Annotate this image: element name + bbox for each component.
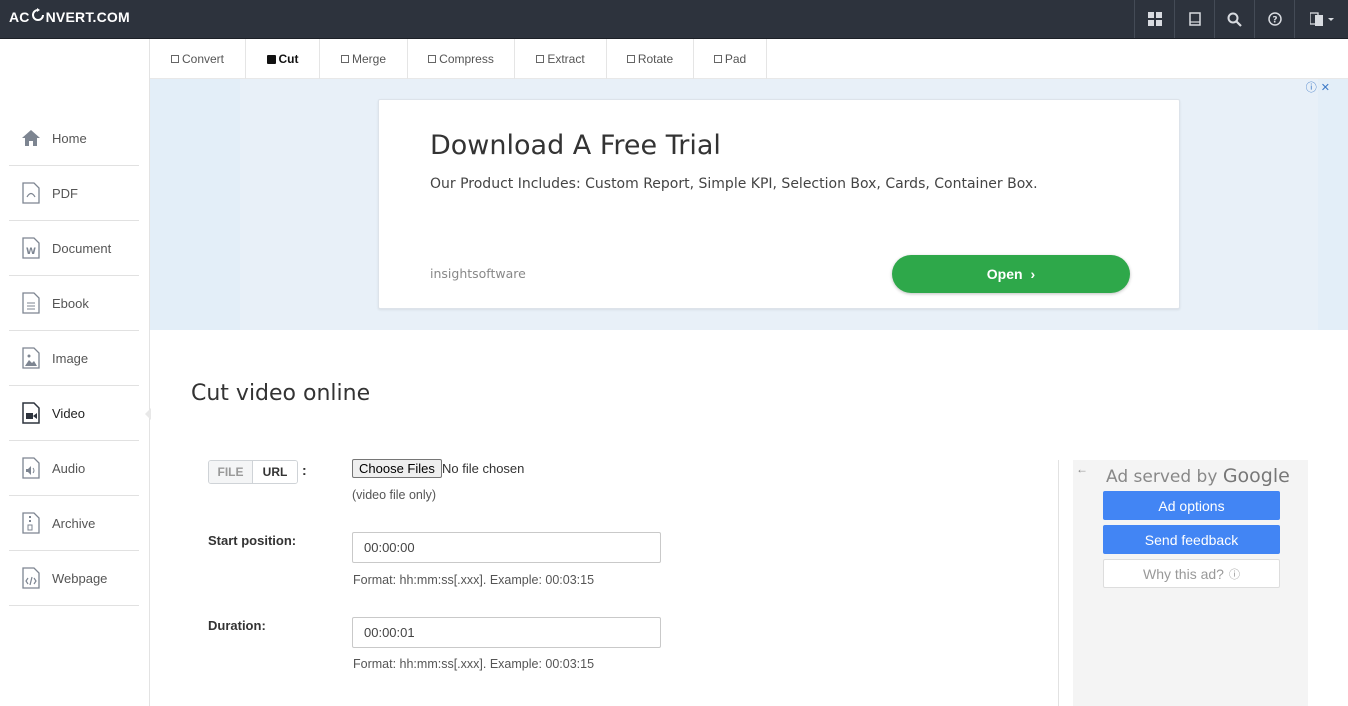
search-icon[interactable]: [1214, 0, 1254, 38]
tool-tabs: Convert Cut Merge Compress Extract Rotat…: [150, 39, 1348, 79]
sidebar-item-video[interactable]: Video: [9, 386, 151, 441]
source-colon: :: [302, 462, 307, 478]
tab-pad[interactable]: Pad: [694, 39, 767, 79]
sidebar-item-home[interactable]: Home: [9, 111, 139, 166]
ad-info-icon[interactable]: ⓘ: [1306, 79, 1317, 95]
ad-options-button[interactable]: Ad options: [1103, 491, 1280, 520]
ad-open-button[interactable]: Open ›: [892, 255, 1130, 293]
video-icon: [21, 402, 41, 424]
logo-suffix: NVERT.COM: [45, 8, 130, 25]
url-source-button[interactable]: URL: [253, 461, 297, 483]
info-icon: ⓘ: [1228, 568, 1240, 581]
ad-close-icon[interactable]: ✕: [1321, 81, 1330, 94]
grid-icon[interactable]: [1134, 0, 1174, 38]
tab-convert[interactable]: Convert: [150, 39, 246, 79]
divider: [1058, 460, 1059, 706]
duration-format-hint: Format: hh:mm:ss[.xxx]. Example: 00:03:1…: [353, 657, 595, 671]
svg-text:?: ?: [1272, 16, 1277, 26]
sidebar-item-document[interactable]: W Document: [9, 221, 139, 276]
checkbox-icon: [340, 55, 349, 63]
choose-files-button[interactable]: Choose Files: [352, 459, 442, 478]
checkbox-icon: [170, 55, 179, 63]
help-icon[interactable]: ?: [1254, 0, 1294, 38]
duration-input[interactable]: 00:00:01: [352, 617, 661, 648]
sidebar-item-image[interactable]: Image: [9, 331, 139, 386]
sidebar-item-audio[interactable]: Audio: [9, 441, 139, 496]
checkbox-filled-icon: [266, 54, 276, 64]
google-logo: Google: [1222, 465, 1290, 487]
archive-icon: [21, 512, 41, 534]
start-position-label: Start position:: [208, 533, 297, 548]
banner-ad: ⓘ ✕ Download A Free Trial Our Product In…: [150, 79, 1348, 330]
file-source-button[interactable]: FILE: [209, 461, 253, 483]
sidebar-item-pdf[interactable]: PDF: [9, 166, 139, 221]
back-arrow-icon[interactable]: ←: [1076, 462, 1088, 476]
sidebar: Home PDF W Document Ebook Image Video Au…: [0, 39, 151, 706]
source-toggle: FILE URL: [208, 460, 298, 484]
why-this-ad-button[interactable]: Why this ad? ⓘ: [1103, 559, 1280, 588]
ebook-icon: [21, 292, 41, 314]
document-icon: W: [21, 237, 41, 259]
file-status: No file chosen: [442, 461, 525, 476]
bookmark-icon[interactable]: [1174, 0, 1214, 38]
logo-refresh-icon: [31, 8, 44, 25]
home-icon: [21, 127, 41, 149]
sidebar-item-archive[interactable]: Archive: [9, 496, 139, 551]
checkbox-icon: [713, 55, 722, 63]
site-logo[interactable]: AC NVERT.COM: [9, 8, 130, 25]
top-bar: AC NVERT.COM ?: [0, 0, 1348, 39]
tab-rotate[interactable]: Rotate: [607, 39, 694, 79]
ad-corner-controls: ⓘ ✕: [1306, 79, 1330, 95]
ad-served-by: Ad served by Google: [1106, 465, 1290, 487]
checkbox-icon: [536, 55, 545, 63]
svg-text:W: W: [26, 247, 36, 257]
image-icon: [21, 347, 41, 369]
language-icon[interactable]: [1294, 0, 1348, 38]
send-feedback-button[interactable]: Send feedback: [1103, 525, 1280, 554]
checkbox-icon: [626, 55, 635, 63]
chevron-right-icon: ›: [1030, 266, 1036, 282]
sidebar-item-webpage[interactable]: Webpage: [9, 551, 139, 606]
sidebar-item-ebook[interactable]: Ebook: [9, 276, 139, 331]
file-hint: (video file only): [352, 488, 437, 502]
ad-card[interactable]: Download A Free Trial Our Product Includ…: [378, 99, 1180, 309]
logo-prefix: AC: [9, 8, 30, 25]
checkbox-icon: [428, 55, 437, 63]
side-ad-panel: ← Ad served by Google Ad options Send fe…: [1073, 460, 1308, 706]
active-caret: [145, 408, 151, 420]
ad-title[interactable]: Download A Free Trial: [430, 130, 721, 161]
tab-merge[interactable]: Merge: [320, 39, 408, 79]
tab-compress[interactable]: Compress: [408, 39, 515, 79]
tab-cut[interactable]: Cut: [246, 39, 320, 79]
ad-brand[interactable]: insightsoftware: [430, 266, 526, 281]
start-format-hint: Format: hh:mm:ss[.xxx]. Example: 00:03:1…: [353, 573, 595, 587]
ad-description: Our Product Includes: Custom Report, Sim…: [430, 176, 1038, 192]
start-position-input[interactable]: 00:00:00: [352, 532, 661, 563]
tab-extract[interactable]: Extract: [515, 39, 607, 79]
pdf-icon: [21, 182, 41, 204]
duration-label: Duration:: [208, 618, 266, 633]
page-title: Cut video online: [191, 381, 371, 406]
audio-icon: [21, 457, 41, 479]
webpage-icon: [21, 567, 41, 589]
